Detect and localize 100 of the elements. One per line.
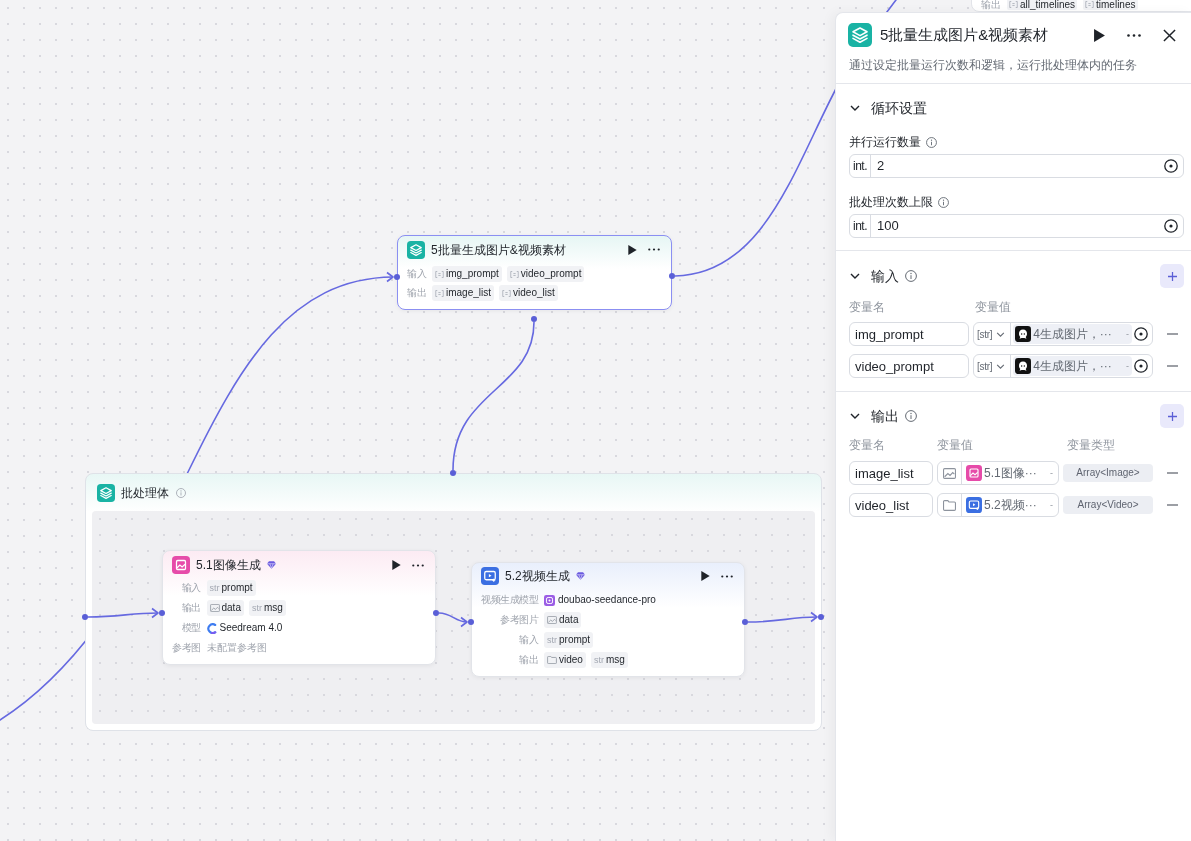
column-header: 变量名 xyxy=(849,437,886,453)
node-title: 5.1图像生成 xyxy=(196,557,261,573)
info-icon xyxy=(905,410,917,422)
value-field[interactable]: 5.1图像··· - xyxy=(937,461,1059,485)
add-button[interactable] xyxy=(1160,404,1184,428)
folder-icon xyxy=(943,499,956,511)
run-button[interactable] xyxy=(628,244,637,255)
list-type-icon xyxy=(1009,1,1018,8)
minus-icon xyxy=(1166,365,1178,367)
chevron-down-icon[interactable] xyxy=(850,273,860,279)
image-icon xyxy=(943,467,956,479)
variable-name: video_prompt xyxy=(520,268,582,280)
connector xyxy=(438,612,468,628)
model-name: Seedream 4.0 xyxy=(219,622,283,634)
variable-name-field[interactable]: video_list xyxy=(849,493,933,517)
list-type-icon xyxy=(435,289,444,297)
info-icon xyxy=(938,196,949,208)
connector xyxy=(747,611,818,623)
variable-name-field[interactable]: img_prompt xyxy=(849,322,969,346)
empty-note: 未配置参考图 xyxy=(206,642,267,654)
workflow-node[interactable]: 输出 all_timelines timelines xyxy=(971,0,1191,12)
workflow-node[interactable]: 5批量生成图片&视频素材 输入 img_prompt video_prompt 输出 image_list video_list xyxy=(397,235,672,310)
gem-icon xyxy=(575,572,585,580)
variable-name: img_prompt xyxy=(446,268,499,280)
list-type-icon xyxy=(509,270,519,278)
layers-icon xyxy=(407,240,425,259)
panel-title: 5批量生成图片&视频素材 xyxy=(880,25,1049,45)
container-title: 批处理体 xyxy=(121,484,169,501)
section-title: 输出 xyxy=(871,407,899,426)
type-select[interactable]: [str] xyxy=(974,323,1012,345)
field-label: 输出 xyxy=(180,601,201,615)
type-select[interactable]: [str] xyxy=(974,355,1012,377)
value-field[interactable]: [str] 4生成图片，··· - xyxy=(973,322,1153,346)
more-icon xyxy=(721,574,733,578)
type-label: str xyxy=(209,582,220,594)
variable-name-field[interactable]: video_prompt xyxy=(849,354,969,378)
suffix-text: - xyxy=(1050,499,1053,511)
ghost-icon xyxy=(1015,358,1032,374)
variable-name: data xyxy=(221,602,241,614)
suffix-text: - xyxy=(1126,360,1129,372)
value-field[interactable]: [str] 4生成图片，··· - xyxy=(973,354,1153,378)
minus-icon xyxy=(1166,472,1178,474)
run-button[interactable] xyxy=(392,560,401,570)
section-title: 循环设置 xyxy=(871,99,927,118)
number-field[interactable]: int. 100 xyxy=(849,214,1184,238)
variable-name: prompt xyxy=(559,634,591,646)
image-icon xyxy=(966,465,982,481)
layers-icon xyxy=(97,483,115,502)
chevron-down-icon xyxy=(996,331,1006,337)
plus-icon xyxy=(1167,411,1177,421)
more-icon xyxy=(412,563,424,567)
section-title: 输入 xyxy=(871,267,899,286)
column-header: 变量值 xyxy=(937,437,974,453)
play-icon xyxy=(628,244,637,255)
layers-icon xyxy=(848,23,872,47)
variable-name: msg xyxy=(263,602,283,614)
target-icon xyxy=(1164,219,1178,233)
variable-name: timelines xyxy=(1096,0,1136,10)
field-label: 并行运行数量 xyxy=(849,134,921,150)
workflow-node[interactable]: 5.2视频生成 视频生成模型 doubao-seedance-pro 参考图片 data 输入 str prompt 输出 video str msg xyxy=(471,562,745,677)
field-label: 参考图 xyxy=(172,641,201,655)
suffix-text: - xyxy=(1050,467,1053,479)
number-field[interactable]: int. 2 xyxy=(849,154,1184,178)
type-badge: Array<Video> xyxy=(1063,496,1153,514)
chevron-down-icon[interactable] xyxy=(850,413,860,419)
reference-label: 4生成图片，··· xyxy=(1033,326,1112,342)
field-label: 批处理次数上限 xyxy=(849,194,933,210)
info-icon xyxy=(905,270,917,282)
camera-icon xyxy=(544,594,555,606)
variable-name: image_list xyxy=(446,287,492,299)
field-value: 100 xyxy=(876,217,900,235)
field-label: 输出 xyxy=(981,0,1001,10)
node-title: 5批量生成图片&视频素材 xyxy=(431,241,566,258)
variable-name-field[interactable]: image_list xyxy=(849,461,933,485)
panel-description: 通过设定批量运行次数和逻辑，运行批处理体内的任务 xyxy=(849,57,1138,74)
variable-name: data xyxy=(559,614,579,626)
chevron-down-icon[interactable] xyxy=(850,105,860,111)
field-label: 参考图片 xyxy=(499,613,538,627)
field-value: 2 xyxy=(876,157,886,175)
type-label: str xyxy=(251,602,262,614)
variable-name: msg xyxy=(605,654,625,666)
workflow-node[interactable]: 5.1图像生成 输入 str prompt 输出 data str msg 模型 Seedream 4.0 参考图 未配置参考图 xyxy=(162,550,436,665)
more-icon xyxy=(1127,33,1141,37)
add-button[interactable] xyxy=(1160,264,1184,288)
reference-label: 5.1图像··· xyxy=(984,465,1037,481)
type-label: str xyxy=(593,654,604,666)
model-name: doubao-seedance-pro xyxy=(558,594,656,606)
reference-label: 4生成图片，··· xyxy=(1033,358,1112,374)
image-icon xyxy=(209,604,220,612)
list-type-icon xyxy=(1085,1,1095,8)
field-label: 输入 xyxy=(407,267,426,281)
info-icon xyxy=(926,136,937,148)
run-button[interactable] xyxy=(701,571,710,581)
value-field[interactable]: 5.2视频··· - xyxy=(937,493,1059,517)
type-prefix: int. xyxy=(850,215,871,237)
type-label: str xyxy=(547,634,557,646)
variable-name: all_timelines xyxy=(1020,0,1076,10)
plus-icon xyxy=(1167,271,1177,281)
info-icon xyxy=(176,487,186,498)
image-icon xyxy=(172,556,190,574)
